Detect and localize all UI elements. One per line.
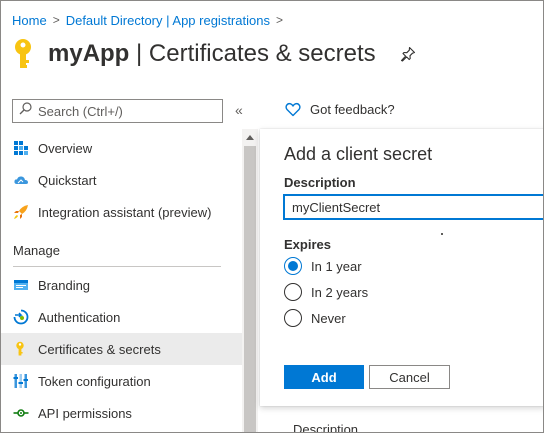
search-box[interactable] [12, 99, 223, 123]
radio-button[interactable] [284, 283, 302, 301]
scrollbar-thumb[interactable] [244, 146, 256, 432]
sidebar-item-label: Branding [38, 277, 91, 293]
sidebar-item-label: Token configuration [38, 373, 151, 389]
branding-icon [13, 277, 29, 293]
sidebar-item-certificates-secrets[interactable]: Certificates & secrets [1, 333, 242, 365]
app-name: myApp [48, 40, 130, 67]
radio-label: In 2 years [311, 284, 369, 300]
radio-button[interactable] [284, 309, 302, 327]
radio-label: Never [311, 310, 346, 326]
breadcrumb-separator: > [275, 13, 283, 27]
description-field[interactable] [283, 194, 543, 220]
cloud-icon [13, 172, 29, 188]
feedback-label: Got feedback? [310, 102, 395, 117]
section-divider [13, 266, 221, 267]
sidebar-item-label: Quickstart [38, 172, 97, 188]
feedback-link[interactable]: Got feedback? [285, 102, 395, 117]
add-button[interactable]: Add [284, 365, 364, 389]
heart-icon [285, 102, 301, 117]
sidebar-item-label: Overview [38, 140, 93, 156]
pin-icon[interactable] [400, 46, 416, 62]
api-permissions-icon [13, 405, 29, 421]
sidebar-item-label: Integration assistant (preview) [38, 204, 212, 220]
radio-label: In 1 year [311, 258, 362, 274]
sidebar-item-label: Authentication [38, 309, 121, 325]
radio-button[interactable] [284, 257, 302, 275]
panel-title: Add a client secret [284, 144, 433, 164]
key-icon [13, 341, 29, 357]
description-label: Description [284, 175, 356, 190]
key-icon [12, 38, 34, 70]
breadcrumb-home-link[interactable]: Home [12, 13, 47, 28]
sidebar-section-manage: Manage [13, 243, 60, 258]
overview-grid-icon [13, 140, 29, 156]
breadcrumb: Home > Default Directory | App registrat… [12, 11, 289, 29]
search-icon [19, 102, 32, 120]
page-title: myApp | Certificates & secrets [48, 40, 376, 68]
page-subtitle: | Certificates & secrets [136, 40, 376, 67]
token-bars-icon [13, 373, 29, 389]
scroll-up-arrow-icon[interactable] [246, 135, 254, 140]
collapse-sidebar-button[interactable]: « [235, 102, 243, 118]
sidebar-item-authentication[interactable]: Authentication [1, 301, 242, 333]
sidebar-item-label: API permissions [38, 405, 132, 421]
breadcrumb-app-registrations-link[interactable]: Default Directory | App registrations [66, 13, 270, 28]
add-client-secret-panel: Add a client secret Description Expires … [260, 129, 543, 406]
authentication-icon [13, 309, 29, 325]
cancel-button[interactable]: Cancel [369, 365, 450, 389]
sidebar-item-overview[interactable]: Overview [1, 132, 242, 164]
stray-dot [441, 233, 443, 235]
sidebar-item-integration-assistant[interactable]: Integration assistant (preview) [1, 196, 242, 228]
radio-option-1-year[interactable]: In 1 year [284, 257, 362, 275]
sidebar-item-quickstart[interactable]: Quickstart [1, 164, 242, 196]
rocket-icon [13, 204, 29, 220]
breadcrumb-separator: > [52, 13, 60, 27]
page-header: myApp | Certificates & secrets [12, 37, 416, 71]
search-input[interactable] [38, 103, 208, 119]
expires-label: Expires [284, 237, 331, 252]
radio-option-never[interactable]: Never [284, 309, 346, 327]
background-description-label: Description [293, 422, 359, 433]
sidebar-item-label: Certificates & secrets [38, 341, 161, 357]
sidebar-item-branding[interactable]: Branding [1, 269, 242, 301]
sidebar-item-api-permissions[interactable]: API permissions [1, 397, 242, 429]
sidebar-item-token-configuration[interactable]: Token configuration [1, 365, 242, 397]
radio-option-2-years[interactable]: In 2 years [284, 283, 368, 301]
app-window: Home > Default Directory | App registrat… [0, 0, 544, 433]
